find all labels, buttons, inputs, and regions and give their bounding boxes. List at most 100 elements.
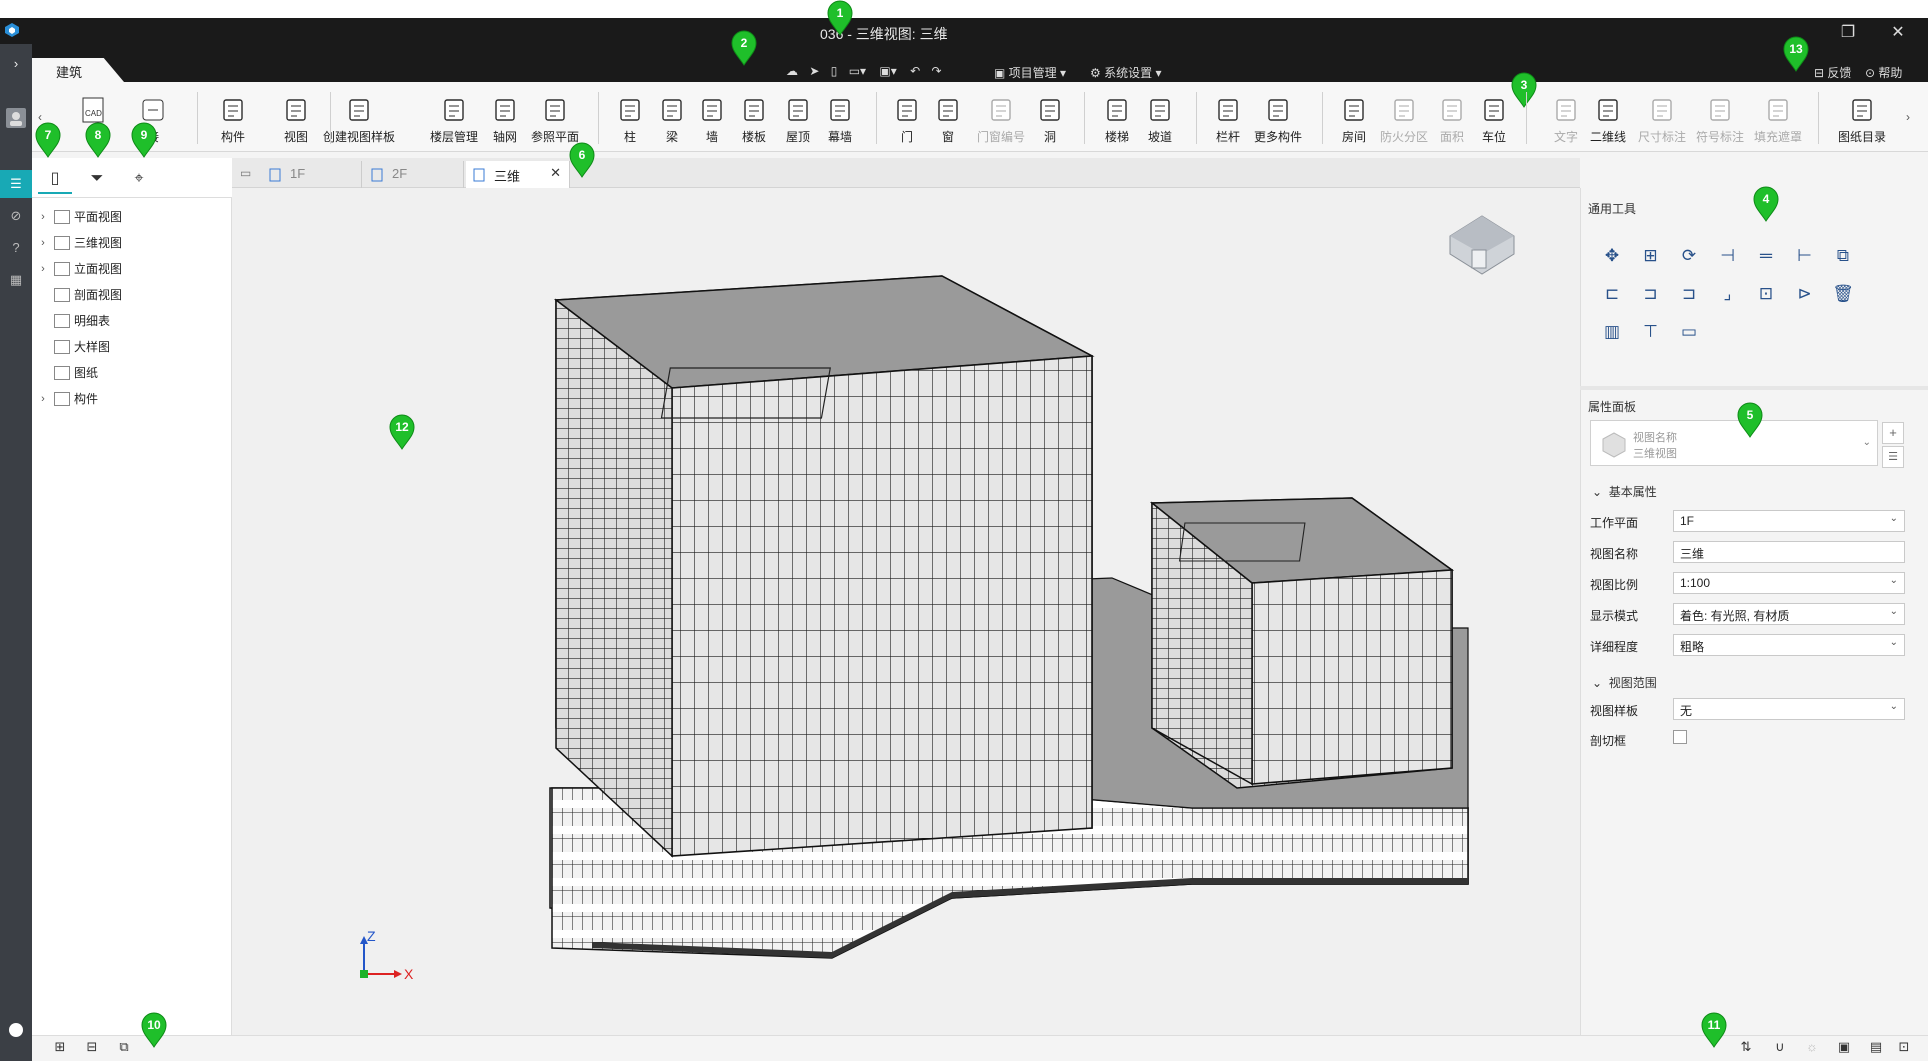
chevron-right-icon[interactable]: › (36, 232, 50, 254)
prop-value-field[interactable]: 1F ⌄ (1673, 510, 1905, 532)
mirror-icon[interactable]: ⊳ (1791, 280, 1819, 308)
copy-icon[interactable]: ⊞ (1637, 242, 1665, 270)
help-circle-icon[interactable]: ? (6, 238, 26, 258)
close-window-icon[interactable]: ✕ (1880, 22, 1916, 42)
help-link[interactable]: ⊙ 帮助 (1865, 64, 1902, 82)
ribbon-button-25[interactable]: 二维线 (1586, 96, 1630, 148)
section-box-checkbox[interactable] (1673, 730, 1687, 744)
prop-value-field[interactable]: 1:100 ⌄ (1673, 572, 1905, 594)
view-range-section[interactable]: ⌄ 视图范围 (1592, 674, 1657, 691)
tree-item[interactable]: 大样图 (36, 336, 110, 358)
ribbon-button-29[interactable]: 图纸目录 (1834, 96, 1890, 148)
offset-icon[interactable]: ⧉ (1829, 242, 1857, 270)
tree-item[interactable]: › 三维视图 (36, 232, 122, 254)
ribbon-button-6[interactable]: 柱 (614, 96, 646, 148)
rotate-icon[interactable]: ⟳ (1675, 242, 1703, 270)
3d-viewport[interactable]: Z X (232, 188, 1580, 1035)
measure-icon[interactable]: ▭ (1675, 318, 1703, 346)
delete-icon[interactable]: 🗑 (1829, 280, 1857, 308)
redo-icon[interactable]: ↷ (932, 64, 942, 78)
align-right-icon[interactable]: ⊐ (1675, 280, 1703, 308)
ribbon-button-9[interactable]: 楼板 (736, 96, 772, 148)
group-icon[interactable]: ⊡ (1752, 280, 1780, 308)
basic-properties-section[interactable]: ⌄ 基本属性 (1592, 483, 1657, 500)
tree-item[interactable]: 剖面视图 (36, 284, 122, 306)
tree-item[interactable]: › 构件 (36, 388, 98, 410)
ribbon-button-27[interactable]: 符号标注 (1692, 96, 1748, 148)
project-management-menu[interactable]: ▣ 项目管理 ▾ (994, 64, 1066, 82)
array-icon[interactable]: ⌟ (1714, 280, 1742, 308)
tile-view-icon[interactable]: ⊟ (82, 1039, 102, 1057)
compass-icon[interactable]: ⊘ (6, 206, 26, 226)
tree-item[interactable]: 图纸 (36, 362, 98, 384)
ribbon-button-22[interactable]: 面积 (1434, 96, 1470, 148)
grid-view-icon[interactable]: ⊞ (50, 1039, 70, 1057)
feedback-link[interactable]: ⊟ 反馈 (1814, 64, 1851, 82)
ribbon-button-1[interactable]: 视图 (276, 96, 316, 148)
restore-window-icon[interactable]: ❐ (1830, 22, 1866, 42)
pin-icon[interactable]: ⊤ (1637, 318, 1665, 346)
cloud-icon[interactable]: ☁ (786, 64, 798, 78)
send-icon[interactable]: ➤ (809, 64, 819, 78)
save-icon[interactable]: ▣▾ (879, 64, 896, 78)
tree-item[interactable]: 明细表 (36, 310, 110, 332)
status-circle-icon[interactable] (6, 1022, 26, 1042)
ribbon-button-28[interactable]: 填充遮罩 (1750, 96, 1806, 148)
split-icon[interactable]: ═ (1752, 242, 1780, 270)
ribbon-button-13[interactable]: 窗 (930, 96, 966, 148)
user-avatar-icon[interactable] (6, 108, 26, 128)
location-pin-icon[interactable]: ⌖ (122, 164, 156, 194)
ribbon-button-10[interactable]: 屋顶 (780, 96, 816, 148)
ribbon-button-17[interactable]: 坡道 (1142, 96, 1178, 148)
close-tab-icon[interactable]: ✕ (550, 165, 561, 181)
prop-value-field[interactable]: 三维 (1673, 541, 1905, 563)
ribbon-button-23[interactable]: 车位 (1476, 96, 1512, 148)
add-type-icon[interactable]: + (1882, 422, 1904, 444)
apps-grid-icon[interactable]: ▦ (6, 270, 26, 290)
chevron-right-icon[interactable]: › (36, 258, 50, 280)
trim-icon[interactable]: ⊣ (1714, 242, 1742, 270)
expand-rail-icon[interactable]: › (6, 54, 26, 74)
system-settings-menu[interactable]: ⚙ 系统设置 ▾ (1090, 64, 1161, 82)
ribbon-button-26[interactable]: 尺寸标注 (1634, 96, 1690, 148)
sort-icon[interactable]: ⇅ (1736, 1039, 1756, 1057)
ribbon-button-19[interactable]: 更多构件 (1250, 96, 1306, 148)
ribbon-scroll-right-icon[interactable]: › (1906, 110, 1910, 124)
cascade-view-icon[interactable]: ⧉ (114, 1039, 134, 1057)
move-icon[interactable]: ✥ (1598, 242, 1626, 270)
view-type-selector[interactable]: 视图名称 三维视图 ⌄ (1590, 420, 1878, 466)
extend-icon[interactable]: ⊢ (1791, 242, 1819, 270)
align-center-icon[interactable]: ⊐ (1637, 280, 1665, 308)
ribbon-button-20[interactable]: 房间 (1336, 96, 1372, 148)
ribbon-button-14[interactable]: 门窗编号 (970, 96, 1032, 148)
list-icon[interactable]: ☰ (6, 174, 26, 194)
ribbon-button-12[interactable]: 门 (890, 96, 924, 148)
type-settings-icon[interactable]: ☰ (1882, 446, 1904, 468)
ribbon-button-11[interactable]: 幕墙 (822, 96, 858, 148)
prop-value-field[interactable]: 无 ⌄ (1673, 698, 1905, 720)
lightbulb-icon[interactable]: ☼ (1802, 1039, 1822, 1057)
wall-array-icon[interactable]: ▥ (1598, 318, 1626, 346)
chevron-right-icon[interactable]: › (36, 206, 50, 228)
tree-item[interactable]: › 平面视图 (36, 206, 122, 228)
open-folder-icon[interactable]: ▭▾ (849, 64, 866, 78)
ribbon-button-7[interactable]: 梁 (656, 96, 688, 148)
undo-icon[interactable]: ↶ (910, 64, 920, 78)
ribbon-button-24[interactable]: 文字 (1548, 96, 1584, 148)
tree-item[interactable]: › 立面视图 (36, 258, 122, 280)
ribbon-button-15[interactable]: 洞 (1034, 96, 1066, 148)
ribbon-button-5[interactable]: 参照平面 (528, 96, 582, 148)
display-icon[interactable]: ▣ (1834, 1039, 1854, 1057)
ribbon-button-21[interactable]: 防火分区 (1376, 96, 1432, 148)
ribbon-button-0[interactable]: 构件 (210, 96, 256, 148)
ribbon-button-18[interactable]: 栏杆 (1210, 96, 1246, 148)
filter-icon[interactable]: ⏷ (80, 164, 114, 194)
panel-layout-icon[interactable]: ▯ (38, 164, 72, 194)
chevron-right-icon[interactable]: › (36, 388, 50, 410)
ribbon-button-8[interactable]: 墙 (696, 96, 728, 148)
new-file-icon[interactable]: ▯ (831, 64, 838, 78)
ribbon-button-16[interactable]: 楼梯 (1100, 96, 1134, 148)
zoom-fit-icon[interactable]: ⊡ (1894, 1039, 1914, 1057)
prop-value-field[interactable]: 着色: 有光照, 有材质 ⌄ (1673, 603, 1905, 625)
align-left-icon[interactable]: ⊏ (1598, 280, 1626, 308)
